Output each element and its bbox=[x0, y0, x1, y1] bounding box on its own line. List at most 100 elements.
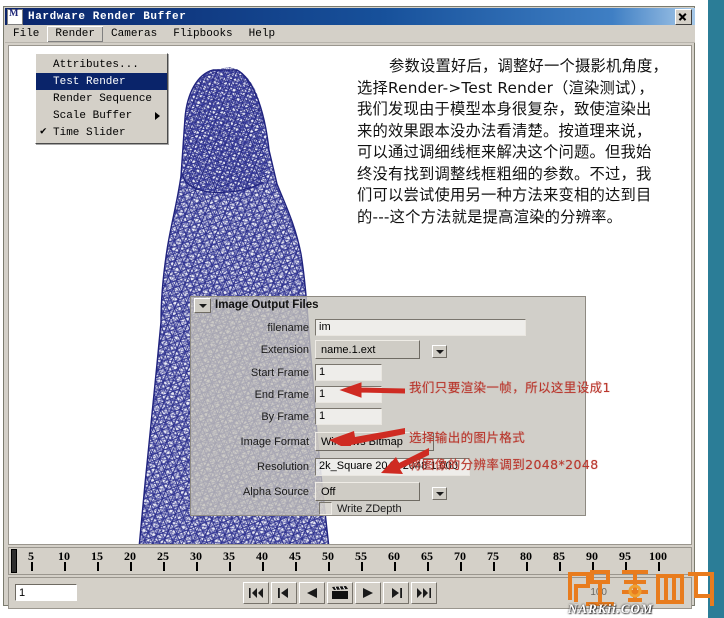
playback-button-group bbox=[243, 582, 437, 604]
timeline-tick-label: 45 bbox=[289, 549, 301, 563]
menu-item-time-slider-label: Time Slider bbox=[53, 126, 126, 139]
tutorial-line-4: 来的效果跟本没办法看清楚。按道理来说， bbox=[357, 121, 652, 140]
menu-flipbooks[interactable]: Flipbooks bbox=[165, 26, 240, 42]
tutorial-line-1: 参数设置好后，调整好一个摄影机角度， bbox=[389, 57, 668, 75]
field-row-filename: filename im bbox=[191, 319, 587, 336]
screenshot-root: Hardware Render Buffer File Render Camer… bbox=[0, 0, 724, 618]
tutorial-line-2: 选择Render->Test Render（渲染测试）， bbox=[357, 78, 654, 97]
time-cursor-handle[interactable] bbox=[11, 549, 17, 573]
menu-render[interactable]: Render bbox=[47, 25, 104, 42]
menu-item-render-sequence-label: Render Sequence bbox=[53, 92, 153, 105]
annotation-text-2: 选择输出的图片格式 bbox=[409, 430, 526, 445]
ctl-extension: name.1.ext bbox=[315, 340, 447, 359]
extension-select[interactable]: name.1.ext bbox=[315, 340, 420, 359]
timeline-tick-label: 30 bbox=[190, 549, 202, 563]
by-frame-input[interactable]: 1 bbox=[315, 408, 382, 425]
label-start-frame: Start Frame bbox=[250, 366, 309, 379]
panel-header: Image Output Files bbox=[191, 297, 585, 313]
menu-item-attributes-label: Attributes... bbox=[53, 58, 139, 71]
timeline-tick-label: 25 bbox=[157, 549, 169, 563]
menu-item-test-render-label: Test Render bbox=[53, 75, 126, 88]
ctl-filename: im bbox=[315, 319, 526, 336]
time-slider-check-icon: ✔ bbox=[40, 126, 47, 138]
step-back-button[interactable] bbox=[299, 582, 325, 604]
step-back-key-button[interactable] bbox=[271, 582, 297, 604]
write-zdepth-label: Write ZDepth bbox=[337, 502, 402, 515]
label-resolution: Resolution bbox=[257, 460, 309, 473]
label-image-format: Image Format bbox=[240, 435, 309, 448]
menu-file[interactable]: File bbox=[5, 26, 47, 42]
timeline-tick-label: 15 bbox=[91, 549, 103, 563]
go-to-start-button[interactable] bbox=[243, 582, 269, 604]
annotation-arrow-2 bbox=[329, 428, 405, 446]
menu-item-scale-buffer-label: Scale Buffer bbox=[53, 109, 133, 122]
ctl-start-frame: 1 bbox=[315, 364, 382, 381]
timeline-tick-label: 50 bbox=[322, 549, 334, 563]
render-dropdown-menu: Attributes... Test Render Render Sequenc… bbox=[35, 53, 168, 144]
alpha-source-chevron-down-icon[interactable] bbox=[432, 487, 447, 500]
label-by-frame: By Frame bbox=[261, 410, 309, 423]
maya-window-icon bbox=[7, 8, 23, 25]
timeline-tick-label: 85 bbox=[553, 549, 565, 563]
filename-input[interactable]: im bbox=[315, 319, 526, 336]
extension-chevron-down-icon[interactable] bbox=[432, 345, 447, 358]
timeline-tick-label: 100 bbox=[649, 549, 667, 563]
current-frame-input[interactable]: 1 bbox=[15, 584, 77, 601]
submenu-chevron-right-icon bbox=[155, 112, 160, 120]
menu-item-attributes[interactable]: Attributes... bbox=[36, 56, 167, 73]
timeline-tick-label: 80 bbox=[520, 549, 532, 563]
window-titlebar[interactable]: Hardware Render Buffer bbox=[5, 8, 695, 25]
ctl-alpha-source: Off bbox=[315, 482, 447, 501]
annotation-text-3: 将图像的分辨率调到2048*2048 bbox=[409, 457, 599, 472]
timeline-tick-label: 20 bbox=[124, 549, 136, 563]
timeline-tick-label: 35 bbox=[223, 549, 235, 563]
go-to-end-button[interactable] bbox=[411, 582, 437, 604]
field-row-alpha-source: Alpha Source Off bbox=[191, 482, 587, 501]
transport-bar: 1 100 bbox=[8, 577, 692, 609]
menu-item-render-sequence[interactable]: Render Sequence bbox=[36, 90, 167, 107]
tutorial-line-6: 终没有找到调整线框粗细的参数。不过，我 bbox=[357, 164, 652, 183]
menu-help[interactable]: Help bbox=[241, 26, 283, 42]
tutorial-line-8: 的---这个方法就是提高渲染的分辨率。 bbox=[357, 207, 623, 226]
timeline-tick-label: 90 bbox=[586, 549, 598, 563]
menubar: File Render Cameras Flipbooks Help bbox=[5, 25, 695, 43]
image-output-files-panel: Image Output Files filename im Extension… bbox=[190, 296, 586, 516]
tutorial-paragraph: 参数设置好后，调整好一个摄影机角度， 选择Render->Test Render… bbox=[357, 56, 691, 228]
hardware-render-buffer-window: Hardware Render Buffer File Render Camer… bbox=[3, 6, 695, 609]
playblast-clapperboard-button[interactable] bbox=[327, 582, 353, 604]
label-alpha-source: Alpha Source bbox=[242, 485, 309, 498]
timeline-tick-label: 10 bbox=[58, 549, 70, 563]
menu-item-test-render[interactable]: Test Render bbox=[36, 73, 167, 90]
timeline-tick-label: 65 bbox=[421, 549, 433, 563]
timeline-tick-label: 75 bbox=[487, 549, 499, 563]
label-end-frame: End Frame bbox=[254, 388, 309, 401]
alpha-source-select[interactable]: Off bbox=[315, 482, 420, 501]
range-end-label: 100 bbox=[590, 587, 607, 598]
field-row-extension: Extension name.1.ext bbox=[191, 340, 587, 359]
menu-cameras[interactable]: Cameras bbox=[103, 26, 165, 42]
label-extension: Extension bbox=[260, 343, 309, 356]
panel-title: Image Output Files bbox=[215, 299, 319, 311]
menu-item-time-slider[interactable]: ✔ Time Slider bbox=[36, 124, 167, 141]
timeline-tick-label: 60 bbox=[388, 549, 400, 563]
window-title: Hardware Render Buffer bbox=[28, 10, 187, 23]
play-forward-button[interactable] bbox=[355, 582, 381, 604]
tutorial-line-3: 我们发现由于模型本身很复杂，致使渲染出 bbox=[357, 100, 652, 118]
annotation-arrow-1 bbox=[339, 382, 405, 398]
timeline-tick-label: 55 bbox=[355, 549, 367, 563]
tutorial-line-7: 们可以尝试使用另一种方法来变相的达到目 bbox=[357, 186, 652, 204]
chevron-down-icon[interactable] bbox=[194, 298, 211, 313]
close-icon[interactable] bbox=[675, 8, 692, 25]
write-zdepth-checkbox[interactable] bbox=[319, 502, 332, 515]
field-row-by-frame: By Frame 1 bbox=[191, 408, 587, 425]
label-filename: filename bbox=[267, 321, 309, 334]
timeline-tick-label: 70 bbox=[454, 549, 466, 563]
write-zdepth-row[interactable]: Write ZDepth bbox=[319, 502, 402, 515]
ctl-by-frame: 1 bbox=[315, 408, 382, 425]
menu-item-scale-buffer[interactable]: Scale Buffer bbox=[36, 107, 167, 124]
step-forward-button[interactable] bbox=[383, 582, 409, 604]
right-white-gutter bbox=[694, 0, 708, 618]
timeline-tick-label: 5 bbox=[28, 549, 34, 563]
time-slider-ruler[interactable]: 5 10 15 20 25 30 35 40 45 50 55 60 65 70 75 80 85 90 95 100 bbox=[8, 547, 692, 575]
start-frame-input[interactable]: 1 bbox=[315, 364, 382, 381]
